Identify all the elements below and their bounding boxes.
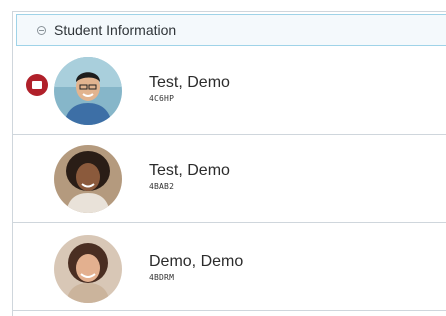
student-name[interactable]: Demo, Demo bbox=[149, 253, 243, 271]
student-row[interactable]: Demo, Demo 4BDRM bbox=[13, 223, 446, 311]
student-id: 4C6HP bbox=[149, 94, 175, 103]
student-name[interactable]: Test, Demo bbox=[149, 74, 230, 92]
collapse-icon[interactable] bbox=[37, 25, 46, 35]
student-id: 4BAB2 bbox=[149, 182, 175, 191]
avatar bbox=[54, 145, 122, 213]
student-row[interactable]: Test, Demo 4BAB2 bbox=[13, 135, 446, 223]
avatar bbox=[54, 57, 122, 125]
student-name[interactable]: Test, Demo bbox=[149, 162, 230, 180]
message-icon[interactable] bbox=[26, 74, 48, 96]
panel-title: Student Information bbox=[54, 22, 177, 38]
panel-header[interactable]: Student Information bbox=[16, 14, 446, 46]
student-information-panel: Student Information Test, Demo 4C6HP Tes… bbox=[12, 11, 446, 316]
avatar bbox=[54, 235, 122, 303]
student-row[interactable]: Test, Demo 4C6HP bbox=[13, 47, 446, 135]
student-id: 4BDRM bbox=[149, 273, 175, 282]
